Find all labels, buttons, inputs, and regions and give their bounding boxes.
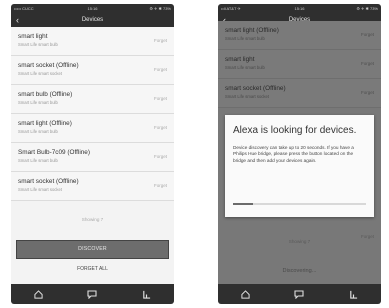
tab-bar <box>218 284 381 304</box>
device-type: Smart Life smart bulb <box>18 42 58 47</box>
device-name: Smart Bulb-7c09 (Offline) <box>18 149 90 156</box>
device-count: Showing 7 <box>81 217 104 222</box>
device-row: smart socket (Offline) Smart Life smart … <box>218 79 381 108</box>
device-row[interactable]: smart socket (Offline) Smart Life smart … <box>11 172 174 201</box>
forget-all-button[interactable]: FORGET ALL <box>11 266 174 272</box>
chat-icon[interactable] <box>289 284 309 304</box>
devices-icon[interactable] <box>344 284 364 304</box>
device-name: smart light (Offline) <box>225 27 279 34</box>
device-row: smart light (Offline) Smart Life smart b… <box>218 21 381 50</box>
device-row: smart light Smart Life smart bulb Forget <box>218 50 381 79</box>
discovery-dialog: Alexa is looking for devices. Device dis… <box>225 115 374 217</box>
device-list: smart light (Offline) Smart Life smart b… <box>218 21 381 108</box>
tab-bar <box>11 284 174 304</box>
device-name: smart light <box>18 33 48 40</box>
device-type: Smart Life smart socket <box>225 94 269 99</box>
forget-button[interactable]: Forget <box>154 154 167 159</box>
forget-button: Forget <box>360 90 374 95</box>
discovering-label: Discovering... <box>282 268 317 274</box>
device-type: Smart Life smart bulb <box>225 36 265 41</box>
status-bar: ••ll AT&T ✈ 15:16 ⚙ ✈ ✱ 73% <box>218 4 381 13</box>
device-row[interactable]: smart light (Offline) Smart Life smart b… <box>11 114 174 143</box>
devices-icon[interactable] <box>137 284 157 304</box>
back-icon[interactable]: ‹ <box>16 13 19 27</box>
forget-button[interactable]: Forget <box>154 38 167 43</box>
forget-button[interactable]: Forget <box>154 125 167 130</box>
discovery-progress-bar <box>233 203 366 205</box>
page-title: Devices <box>81 17 104 23</box>
status-time: 15:16 <box>294 6 305 11</box>
status-bar: ••••• CUCC 15:16 ⚙ ✈ ✱ 73% <box>11 4 174 13</box>
device-type: Smart Life smart socket <box>18 71 62 76</box>
device-list: smart light Smart Life smart bulb Forget… <box>11 27 174 201</box>
progress-fill <box>233 203 253 205</box>
device-name: smart socket (Offline) <box>18 62 79 69</box>
status-time: 15:16 <box>87 6 98 11</box>
dialog-title: Alexa is looking for devices. <box>233 125 357 136</box>
device-name: smart bulb (Offline) <box>18 91 73 98</box>
device-name: smart socket (Offline) <box>225 85 286 92</box>
home-icon[interactable] <box>28 284 48 304</box>
chat-icon[interactable] <box>82 284 102 304</box>
device-type: Smart Life smart bulb <box>18 158 58 163</box>
device-type: Smart Life smart bulb <box>18 129 58 134</box>
discover-button[interactable]: DISCOVER <box>16 240 169 259</box>
device-count: Showing 7 <box>288 239 311 244</box>
devices-screen: ••••• CUCC 15:16 ⚙ ✈ ✱ 73% ‹ Devices sma… <box>11 4 174 304</box>
forget-button[interactable]: Forget <box>154 67 167 72</box>
device-type: Smart Life smart bulb <box>18 100 58 105</box>
nav-bar: ‹ Devices <box>11 13 174 27</box>
discovery-screen: ••ll AT&T ✈ 15:16 ⚙ ✈ ✱ 73% ‹ Devices sm… <box>218 4 381 304</box>
forget-button: Forget <box>360 32 374 37</box>
device-type: Smart Life smart bulb <box>225 65 265 70</box>
device-row[interactable]: smart socket (Offline) Smart Life smart … <box>11 56 174 85</box>
device-name: smart light <box>225 56 255 63</box>
forget-button: Forget <box>360 61 374 66</box>
device-name: smart socket (Offline) <box>18 178 79 185</box>
device-row[interactable]: smart light Smart Life smart bulb Forget <box>11 27 174 56</box>
dialog-message: Device discovery can take up to 20 secon… <box>233 145 354 163</box>
forget-button[interactable]: Forget <box>154 183 167 188</box>
forget-button[interactable]: Forget <box>154 96 167 101</box>
device-name: smart light (Offline) <box>18 120 72 127</box>
device-row[interactable]: Smart Bulb-7c09 (Offline) Smart Life sma… <box>11 143 174 172</box>
home-icon[interactable] <box>235 284 255 304</box>
device-type: Smart Life smart socket <box>18 187 62 192</box>
device-row[interactable]: smart bulb (Offline) Smart Life smart bu… <box>11 85 174 114</box>
